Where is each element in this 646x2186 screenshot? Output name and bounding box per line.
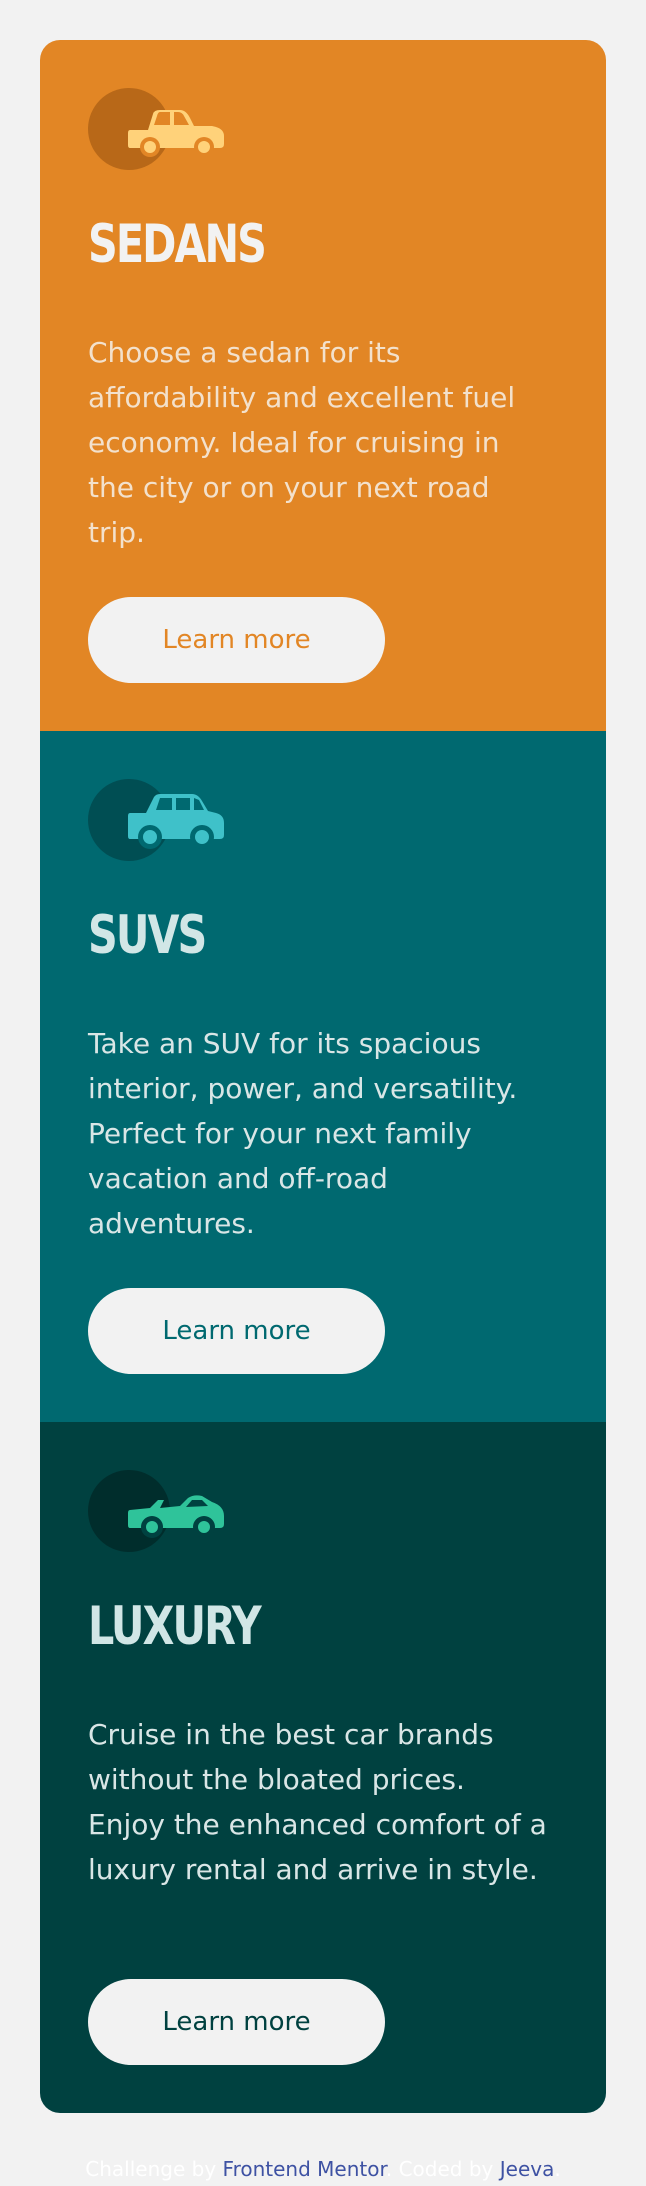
card-title: SEDANS <box>88 214 267 275</box>
learn-more-button[interactable]: Learn more <box>88 597 385 683</box>
attribution-coded-text: Coded by <box>398 2157 494 2181</box>
sedan-car-icon <box>88 88 228 170</box>
learn-more-button[interactable]: Learn more <box>88 1288 385 1374</box>
frontend-mentor-link[interactable]: Frontend Mentor <box>223 2157 386 2181</box>
card-description: Choose a sedan for its affordability and… <box>88 336 516 549</box>
card-title: SUVS <box>88 905 207 966</box>
luxury-car-icon <box>88 1470 228 1552</box>
car-category-cards: SEDANS Choose a sedan for its affordabil… <box>40 40 606 2113</box>
learn-more-button[interactable]: Learn more <box>88 1979 385 2065</box>
card-title: LUXURY <box>88 1596 262 1657</box>
suvs-card: SUVS Take an SUV for its spacious interi… <box>40 731 606 1422</box>
luxury-card: LUXURY Cruise in the best car brands wit… <box>40 1422 606 2113</box>
author-link[interactable]: Jeeva <box>500 2157 555 2181</box>
attribution-separator: . <box>385 2157 393 2181</box>
sedans-card: SEDANS Choose a sedan for its affordabil… <box>40 40 606 731</box>
suv-car-icon <box>88 779 228 861</box>
card-description: Take an SUV for its spacious interior, p… <box>88 1027 518 1240</box>
attribution-end: . <box>554 2157 561 2181</box>
attribution-challenge-text: Challenge by <box>85 2157 217 2181</box>
card-description: Cruise in the best car brands without th… <box>88 1718 547 1886</box>
attribution: Challenge by Frontend Mentor. Coded by J… <box>0 2156 646 2182</box>
